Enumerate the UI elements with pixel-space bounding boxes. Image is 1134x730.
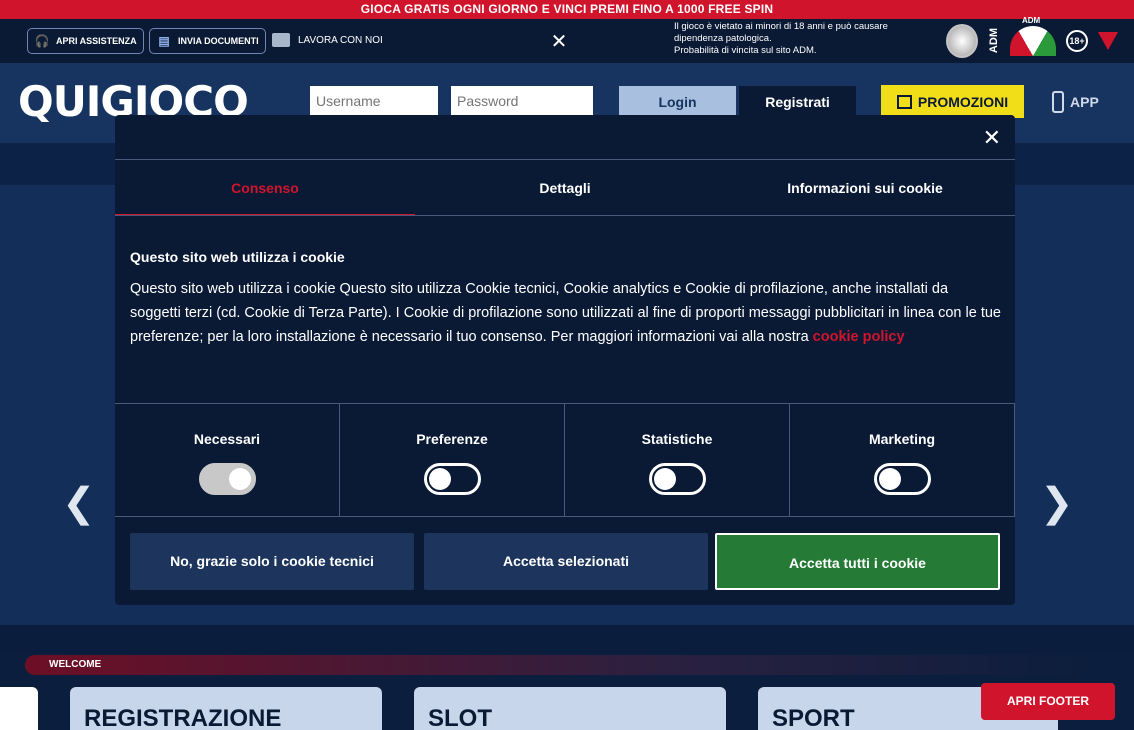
necessary-toggle[interactable] [198, 463, 256, 495]
warning-line-1: Il gioco è vietato ai minori di 18 anni … [674, 21, 888, 32]
close-dialog-icon[interactable]: ✕ [983, 125, 1001, 151]
statistics-toggle[interactable] [648, 463, 706, 495]
adm-logo-text: ADM [988, 28, 1000, 54]
category-label: Necessari [193, 431, 261, 447]
tab-details[interactable]: Dettagli [415, 160, 715, 216]
marketing-toggle[interactable] [873, 463, 931, 495]
side-card[interactable] [0, 687, 38, 730]
category-label: Preferenze [416, 431, 488, 447]
accept-all-button[interactable]: Accetta tutti i cookie [715, 533, 1000, 590]
briefcase-icon [272, 33, 290, 47]
username-input[interactable] [310, 86, 438, 115]
send-documents-button[interactable]: ▤ INVIA DOCUMENTI [149, 28, 266, 54]
toggle-knob [878, 468, 901, 490]
category-necessary: Necessari [115, 403, 340, 517]
category-label: Statistiche [641, 431, 713, 447]
category-statistics: Statistiche [565, 403, 790, 517]
warning-line-3: Probabilità di vincita sul sito ADM. [674, 45, 817, 56]
top-utility-bar: 🎧 APRI ASSISTENZA ▤ INVIA DOCUMENTI LAVO… [0, 16, 1134, 63]
tab-cookie-info[interactable]: Informazioni sui cookie [715, 160, 1015, 216]
open-footer-button[interactable]: APRI FOOTER [981, 683, 1115, 720]
decline-button[interactable]: No, grazie solo i cookie tecnici [130, 533, 414, 590]
app-link[interactable]: APP [1052, 91, 1099, 113]
promotions-button[interactable]: PROMOZIONI [881, 85, 1024, 118]
toggle-knob [428, 468, 451, 490]
adm-gauge-label: ADM [1022, 16, 1041, 25]
app-label: APP [1070, 94, 1099, 110]
register-button[interactable]: Registrati [739, 86, 856, 116]
close-topbar-icon[interactable]: ✕ [550, 29, 568, 54]
open-support-label: APRI ASSISTENZA [56, 36, 137, 46]
tab-consent[interactable]: Consenso [115, 160, 415, 216]
dialog-description: Questo sito web utilizza i cookie Questo… [130, 277, 1002, 349]
dialog-title: Questo sito web utilizza i cookie [130, 249, 345, 265]
send-documents-label: INVIA DOCUMENTI [178, 36, 259, 46]
toggle-knob [653, 468, 676, 490]
age-18-icon: 18+ [1066, 30, 1088, 52]
regulatory-badges: ADM ADM 18+ [946, 16, 1118, 60]
divider [115, 516, 1015, 517]
open-support-button[interactable]: 🎧 APRI ASSISTENZA [27, 28, 144, 54]
smartphone-icon [1052, 91, 1064, 113]
card-registration[interactable]: REGISTRAZIONE [70, 687, 382, 730]
password-input[interactable] [451, 86, 593, 115]
category-marketing: Marketing [790, 403, 1015, 517]
gambling-warning: Il gioco è vietato ai minori di 18 anni … [674, 21, 936, 57]
work-with-us-label: LAVORA CON NOI [298, 34, 383, 46]
category-preferences: Preferenze [340, 403, 565, 517]
toggle-knob [228, 468, 251, 490]
gift-icon [896, 94, 912, 109]
headset-icon: 🎧 [34, 34, 50, 48]
work-with-us-link[interactable]: LAVORA CON NOI [272, 33, 383, 47]
carousel-prev-icon[interactable]: ❮ [62, 480, 96, 526]
cookie-consent-dialog: ✕ Consenso Dettagli Informazioni sui coo… [115, 115, 1015, 605]
adm-gauge-icon: ADM [1010, 16, 1056, 56]
cookie-policy-link[interactable]: cookie policy [813, 329, 905, 345]
promotions-label: PROMOZIONI [917, 93, 1009, 110]
divider [115, 215, 1015, 216]
id-card-icon: ▤ [158, 34, 170, 48]
warning-line-2: dipendenza patologica. [674, 33, 772, 44]
category-label: Marketing [868, 431, 936, 447]
preferences-toggle[interactable] [423, 463, 481, 495]
login-button[interactable]: Login [619, 86, 736, 116]
partner-triangle-icon [1098, 32, 1118, 50]
state-seal-icon [946, 24, 978, 58]
accept-selected-button[interactable]: Accetta selezionati [424, 533, 708, 590]
carousel-next-icon[interactable]: ❯ [1040, 480, 1074, 526]
card-slot[interactable]: SLOT [414, 687, 726, 730]
promo-banner[interactable]: GIOCA GRATIS OGNI GIORNO E VINCI PREMI F… [0, 0, 1134, 19]
welcome-section-bar: WELCOME [25, 655, 1105, 675]
